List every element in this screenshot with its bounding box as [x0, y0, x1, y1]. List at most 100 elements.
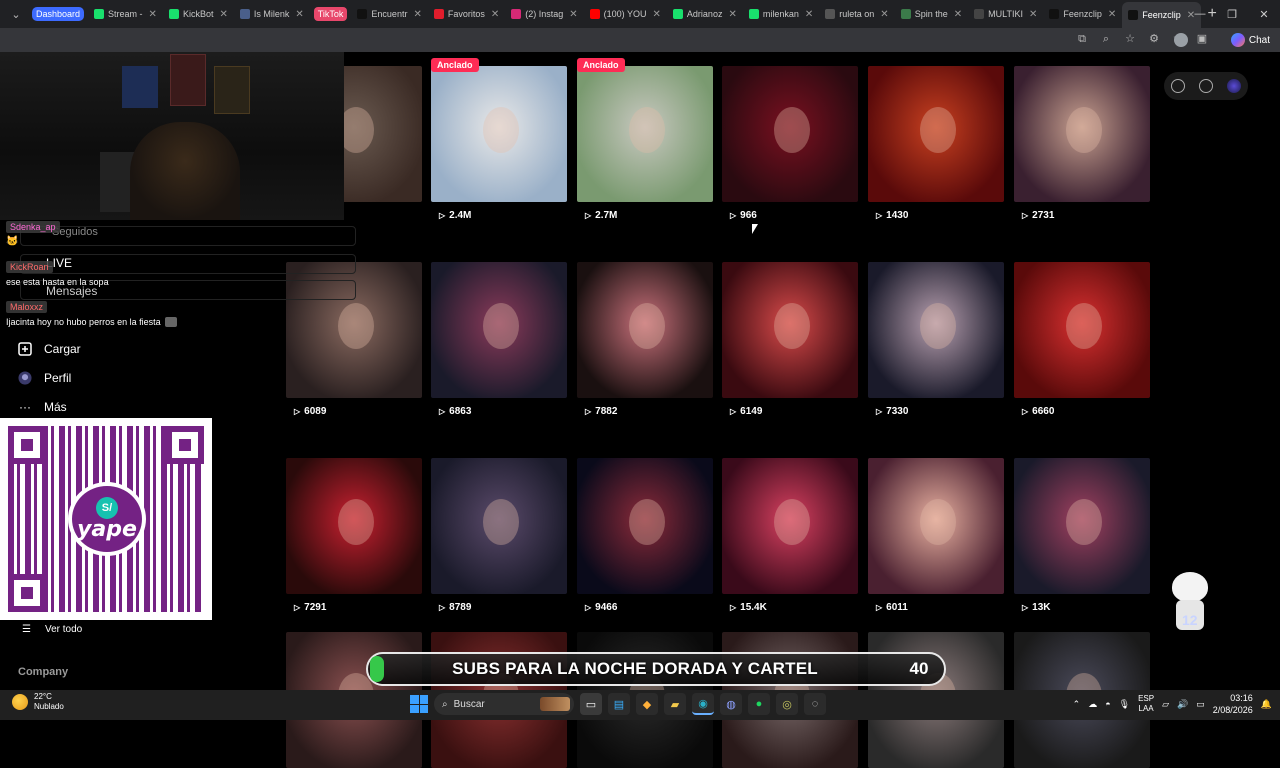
extension-logo-icon[interactable] — [1227, 79, 1241, 93]
windows-start-icon[interactable] — [410, 695, 428, 713]
timer-icon[interactable] — [1171, 79, 1185, 93]
microphone-icon[interactable]: 🎙 — [1119, 699, 1130, 710]
phone-icon[interactable] — [1199, 79, 1213, 93]
language-indicator[interactable]: ESP LAA — [1138, 694, 1154, 714]
sidebar-item-more[interactable]: ··· Más — [18, 400, 67, 414]
tab-list: Dashboard Stream - ✕ KickBot ✕ Is Milenk ✕ TikT… — [28, 0, 1202, 28]
browser-tab[interactable]: KickBot ✕ — [163, 3, 234, 25]
video-thumbnail[interactable] — [722, 262, 858, 398]
video-thumbnail[interactable] — [722, 66, 858, 202]
video-thumbnail[interactable] — [577, 262, 713, 398]
discord-icon[interactable]: ◍ — [720, 693, 742, 715]
notes-app-icon[interactable]: ▤ — [608, 693, 630, 715]
maximize-icon[interactable]: ❐ — [1216, 8, 1248, 21]
file-explorer-icon[interactable]: ▰ — [664, 693, 686, 715]
close-tab-icon[interactable]: ✕ — [728, 9, 736, 20]
app-icon[interactable]: ◎ — [776, 693, 798, 715]
close-tab-icon[interactable]: ✕ — [569, 9, 577, 20]
video-thumbnail[interactable] — [868, 262, 1004, 398]
close-tab-icon[interactable]: ✕ — [413, 9, 421, 20]
close-tab-icon[interactable]: ✕ — [880, 9, 888, 20]
search-icon: ⌕ — [442, 698, 448, 710]
sidebar-item-upload[interactable]: Cargar — [18, 342, 81, 356]
video-thumbnail[interactable] — [431, 458, 567, 594]
play-icon: ▷ — [585, 603, 592, 612]
close-tab-icon[interactable]: ✕ — [954, 9, 962, 20]
close-tab-icon[interactable]: ✕ — [491, 9, 499, 20]
profile-avatar[interactable] — [1174, 33, 1188, 47]
browser-tab[interactable]: Favoritos ✕ — [428, 3, 505, 25]
footer-company-link[interactable]: Company — [18, 666, 68, 678]
video-thumbnail[interactable] — [431, 66, 567, 202]
browser-tab[interactable]: (100) YOU ✕ — [584, 3, 667, 25]
close-tab-icon[interactable]: ✕ — [219, 9, 227, 20]
close-tab-icon[interactable]: ✕ — [653, 9, 661, 20]
battery-icon[interactable]: ▭ — [1196, 699, 1205, 710]
sidebar-item-profile[interactable]: Perfil — [18, 371, 71, 385]
open-in-app-icon[interactable]: ⧉ — [1074, 31, 1090, 47]
tab-group-label[interactable]: Dashboard — [32, 7, 85, 21]
browser-tab[interactable]: Encuentr ✕ — [351, 3, 427, 25]
chat-text: ese esta hasta en la sopa — [6, 277, 109, 287]
browser-tab[interactable]: Adrianoz ✕ — [667, 3, 743, 25]
browser-tab[interactable]: Feenzclip ✕ — [1043, 3, 1122, 25]
bookmark-star-icon[interactable]: ☆ — [1122, 31, 1138, 47]
obs-icon[interactable]: ◌ — [804, 693, 826, 715]
view-count-value: 6011 — [886, 602, 908, 613]
tray-chevron-icon[interactable]: ⌃ — [1073, 699, 1081, 710]
close-tab-icon[interactable]: ✕ — [149, 9, 157, 20]
view-count: ▷ 9466 — [585, 602, 617, 613]
video-thumbnail[interactable] — [1014, 458, 1150, 594]
browser-tab[interactable]: MULTIKI ✕ — [968, 3, 1043, 25]
video-thumbnail[interactable] — [577, 66, 713, 202]
clock[interactable]: 03:16 2/08/2026 — [1213, 692, 1253, 716]
browser-tab[interactable]: milenkan ✕ — [743, 3, 819, 25]
notifications-icon[interactable]: 🔔 — [1261, 699, 1272, 710]
taskbar-search[interactable]: ⌕ Buscar — [434, 693, 574, 715]
close-tab-icon[interactable]: ✕ — [805, 9, 813, 20]
video-thumbnail[interactable] — [1014, 262, 1150, 398]
view-count: ▷ 2.4M — [439, 210, 471, 221]
minimize-icon[interactable]: — — [1184, 8, 1216, 20]
volume-icon[interactable]: 🔊 — [1177, 699, 1188, 710]
browser-tab[interactable]: Stream - ✕ — [88, 3, 163, 25]
weather-widget[interactable]: 22°C Nublado — [12, 692, 64, 712]
sidebar-item-label: Más — [44, 400, 67, 414]
close-tab-icon[interactable]: ✕ — [1108, 9, 1116, 20]
onedrive-icon[interactable]: ☁ — [1088, 699, 1097, 710]
browser-tab[interactable]: Is Milenk ✕ — [234, 3, 310, 25]
browser-tab[interactable]: ruleta on ✕ — [819, 3, 894, 25]
task-view-icon[interactable]: ▭ — [580, 693, 602, 715]
tab-favicon-icon — [1128, 10, 1139, 20]
video-thumbnail[interactable] — [722, 458, 858, 594]
video-thumbnail[interactable] — [868, 458, 1004, 594]
video-thumbnail[interactable] — [431, 262, 567, 398]
tray-app-icon[interactable]: ◓ — [1105, 699, 1110, 709]
tab-search-chevron-icon[interactable]: ⌄ — [4, 4, 28, 24]
zoom-icon[interactable]: ⌕ — [1098, 31, 1114, 47]
copilot-app-icon[interactable]: ◆ — [636, 693, 658, 715]
close-tab-icon[interactable]: ✕ — [1029, 9, 1037, 20]
spotify-icon[interactable]: ● — [748, 693, 770, 715]
window-controls: — ❐ ✕ — [1184, 0, 1280, 28]
copilot-chat-button[interactable]: Chat — [1230, 31, 1270, 49]
video-thumbnail[interactable] — [577, 458, 713, 594]
tab-label: Favoritos — [447, 9, 485, 19]
tab-favicon-icon — [94, 9, 105, 19]
chat-emote-icon: 🐱 — [6, 236, 19, 247]
browser-tab[interactable]: Spin the ✕ — [895, 3, 968, 25]
see-all-label: Ver todo — [44, 624, 83, 635]
extensions-icon[interactable]: ⚙ — [1146, 31, 1162, 47]
network-icon[interactable]: ▱ — [1162, 699, 1169, 710]
tab-group-label[interactable]: TikTok — [313, 7, 348, 21]
see-all-link[interactable]: ☰ Ver todo — [22, 624, 82, 635]
taskbar-apps: ⌕ Buscar ▭ ▤ ◆ ▰ ◉ ◍ ● ◎ ◌ — [410, 693, 826, 715]
edge-browser-icon[interactable]: ◉ — [692, 693, 714, 715]
collections-icon[interactable]: ▣ — [1194, 31, 1210, 47]
video-thumbnail[interactable] — [868, 66, 1004, 202]
video-thumbnail[interactable] — [1014, 66, 1150, 202]
close-window-icon[interactable]: ✕ — [1248, 8, 1280, 21]
video-thumbnail[interactable] — [286, 458, 422, 594]
close-tab-icon[interactable]: ✕ — [295, 9, 303, 20]
browser-tab[interactable]: (2) Instag ✕ — [505, 3, 583, 25]
